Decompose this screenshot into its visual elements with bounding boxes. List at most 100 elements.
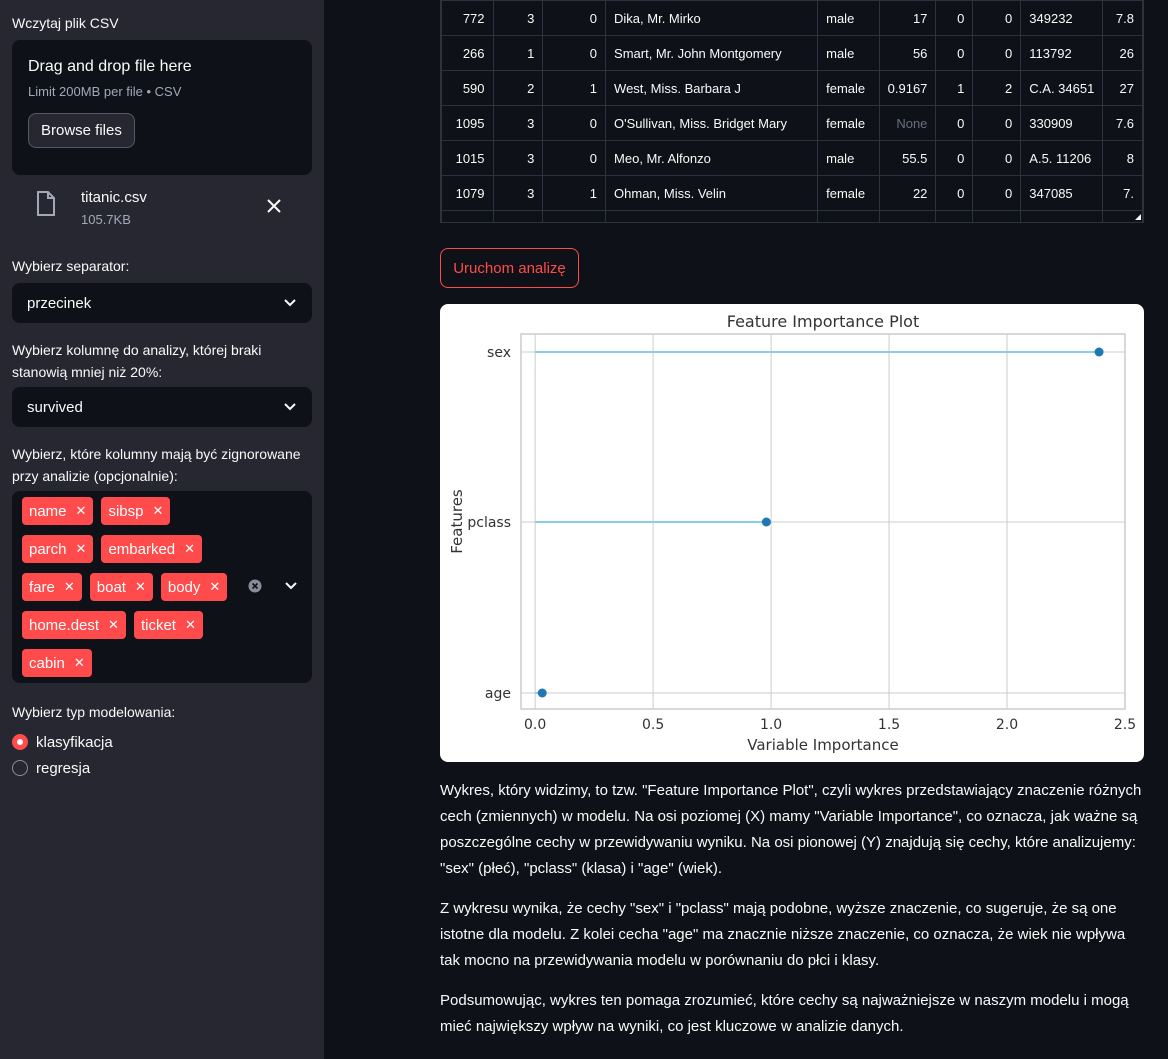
table-cell[interactable]: 3 — [492, 0, 544, 36]
table-cell[interactable]: 1095 — [441, 105, 494, 141]
table-cell[interactable]: 8 — [1102, 140, 1143, 176]
table-cell[interactable] — [441, 210, 494, 222]
table-cell[interactable]: 0 — [542, 140, 607, 176]
table-cell[interactable]: female — [817, 105, 880, 141]
close-icon[interactable] — [265, 197, 283, 215]
table-cell[interactable]: 0 — [972, 140, 1022, 176]
table-cell[interactable] — [542, 210, 607, 222]
table-cell[interactable]: 7.6 — [1102, 105, 1143, 141]
table-cell[interactable]: male — [817, 140, 880, 176]
chevron-down-icon[interactable] — [284, 579, 298, 593]
table-row[interactable]: 1015 3 0 Meo, Mr. Alfonzo male 55.5 0 0 A.5. 112… — [441, 140, 1143, 176]
tag-remove-icon[interactable]: ✕ — [76, 541, 87, 557]
run-analysis-button[interactable]: Uruchom analizę — [440, 248, 579, 288]
tag-remove-icon[interactable]: ✕ — [64, 579, 75, 595]
ignore-multiselect[interactable]: name ✕ sibsp ✕ parch ✕ embarked ✕ fare ✕ boat ✕ body… — [12, 491, 312, 683]
table-cell[interactable]: 0 — [542, 35, 607, 71]
table-cell[interactable]: 1 — [492, 35, 544, 71]
table-cell[interactable]: 3 — [492, 105, 544, 141]
table-cell[interactable] — [878, 210, 937, 222]
table-row[interactable] — [441, 210, 1143, 222]
resize-handle-icon[interactable] — [1135, 214, 1141, 220]
table-cell[interactable] — [492, 210, 544, 222]
table-cell[interactable]: female — [817, 175, 880, 211]
tag-remove-icon[interactable]: ✕ — [185, 617, 196, 633]
table-cell[interactable]: Smart, Mr. John Montgomery — [605, 35, 819, 71]
table-cell[interactable]: 347085 — [1020, 175, 1104, 211]
dropzone-limit: Limit 200MB per file • CSV — [28, 84, 182, 99]
table-cell[interactable]: 590 — [441, 70, 494, 106]
table-cell[interactable]: 266 — [441, 35, 494, 71]
table-cell[interactable]: 1015 — [441, 140, 494, 176]
file-dropzone[interactable]: Drag and drop file here Limit 200MB per … — [12, 40, 312, 175]
tag-remove-icon[interactable]: ✕ — [108, 617, 119, 633]
table-cell[interactable]: 3 — [492, 175, 544, 211]
table-cell[interactable]: C.A. 34651 — [1020, 70, 1104, 106]
radio-regresja[interactable]: regresja — [12, 755, 312, 781]
table-cell[interactable]: 1 — [542, 175, 607, 211]
table-row[interactable]: 1095 3 0 O'Sullivan, Miss. Bridget Mary fema… — [441, 105, 1143, 141]
table-cell[interactable]: 56 — [878, 35, 937, 71]
table-cell[interactable]: male — [817, 0, 880, 36]
table-row[interactable]: 266 1 0 Smart, Mr. John Montgomery male 56 0 0 1… — [441, 35, 1143, 71]
table-cell[interactable]: Dika, Mr. Mirko — [605, 0, 819, 36]
table-row[interactable]: 772 3 0 Dika, Mr. Mirko male 17 0 0 349232 7.8 — [441, 0, 1143, 36]
table-cell[interactable]: O'Sullivan, Miss. Bridget Mary — [605, 105, 819, 141]
table-cell[interactable]: 0 — [935, 140, 974, 176]
table-cell[interactable]: West, Miss. Barbara J — [605, 70, 819, 106]
table-cell[interactable]: 0 — [972, 35, 1022, 71]
table-cell[interactable]: 1 — [542, 70, 607, 106]
radio-klasyfikacja[interactable]: klasyfikacja — [12, 729, 312, 755]
column-select[interactable]: survived — [12, 387, 312, 427]
table-row[interactable]: 1079 3 1 Ohman, Miss. Velin female 22 0 0 347085… — [441, 175, 1143, 211]
table-cell[interactable]: 0 — [935, 175, 974, 211]
table-cell[interactable]: A.5. 11206 — [1020, 140, 1104, 176]
table-cell[interactable] — [817, 210, 880, 222]
table-cell[interactable]: 17 — [878, 0, 937, 36]
table-cell[interactable] — [1020, 210, 1104, 222]
table-cell[interactable]: 3 — [492, 140, 544, 176]
tag-remove-icon[interactable]: ✕ — [76, 503, 87, 519]
table-cell[interactable]: 1079 — [441, 175, 494, 211]
table-cell[interactable]: 2 — [972, 70, 1022, 106]
tag-remove-icon[interactable]: ✕ — [135, 579, 146, 595]
table-cell[interactable]: 0 — [542, 105, 607, 141]
table-cell[interactable]: 330909 — [1020, 105, 1104, 141]
table-cell[interactable]: 1 — [935, 70, 974, 106]
table-cell[interactable]: 0 — [972, 0, 1022, 36]
table-cell[interactable]: female — [817, 70, 880, 106]
table-cell[interactable] — [972, 210, 1022, 222]
table-cell[interactable] — [935, 210, 974, 222]
table-cell[interactable]: 0 — [935, 105, 974, 141]
data-table[interactable]: 772 3 0 Dika, Mr. Mirko male 17 0 0 349232 7.8 266… — [440, 0, 1144, 223]
table-cell[interactable]: 55.5 — [878, 140, 937, 176]
table-cell[interactable]: 0 — [935, 0, 974, 36]
separator-select[interactable]: przecinek — [12, 283, 312, 323]
tag-remove-icon[interactable]: ✕ — [209, 579, 220, 595]
table-cell[interactable]: 27 — [1102, 70, 1143, 106]
table-cell[interactable]: 0 — [935, 35, 974, 71]
table-cell[interactable]: 7. — [1102, 175, 1143, 211]
browse-files-button[interactable]: Browse files — [28, 113, 135, 148]
table-cell[interactable]: 0.9167 — [878, 70, 937, 106]
table-cell[interactable]: 0 — [542, 0, 607, 36]
tag-remove-icon[interactable]: ✕ — [152, 503, 163, 519]
table-cell[interactable]: 0 — [972, 105, 1022, 141]
table-cell[interactable]: 22 — [878, 175, 937, 211]
clear-icon[interactable] — [248, 579, 262, 593]
table-cell[interactable]: 772 — [441, 0, 494, 36]
table-cell[interactable]: Meo, Mr. Alfonzo — [605, 140, 819, 176]
table-cell[interactable]: 349232 — [1020, 0, 1104, 36]
table-cell[interactable]: 26 — [1102, 35, 1143, 71]
table-row[interactable]: 590 2 1 West, Miss. Barbara Jfemale 0.9167 1 2… — [441, 70, 1143, 106]
table-cell[interactable] — [605, 210, 819, 222]
table-cell[interactable]: 0 — [972, 175, 1022, 211]
table-cell[interactable]: None — [878, 105, 937, 141]
table-cell[interactable]: 2 — [492, 70, 544, 106]
table-cell[interactable]: male — [817, 35, 880, 71]
table-cell[interactable]: 7.8 — [1102, 0, 1143, 36]
table-cell[interactable]: Ohman, Miss. Velin — [605, 175, 819, 211]
tag-remove-icon[interactable]: ✕ — [184, 541, 195, 557]
tag-remove-icon[interactable]: ✕ — [74, 655, 85, 671]
table-cell[interactable]: 113792 — [1020, 35, 1104, 71]
